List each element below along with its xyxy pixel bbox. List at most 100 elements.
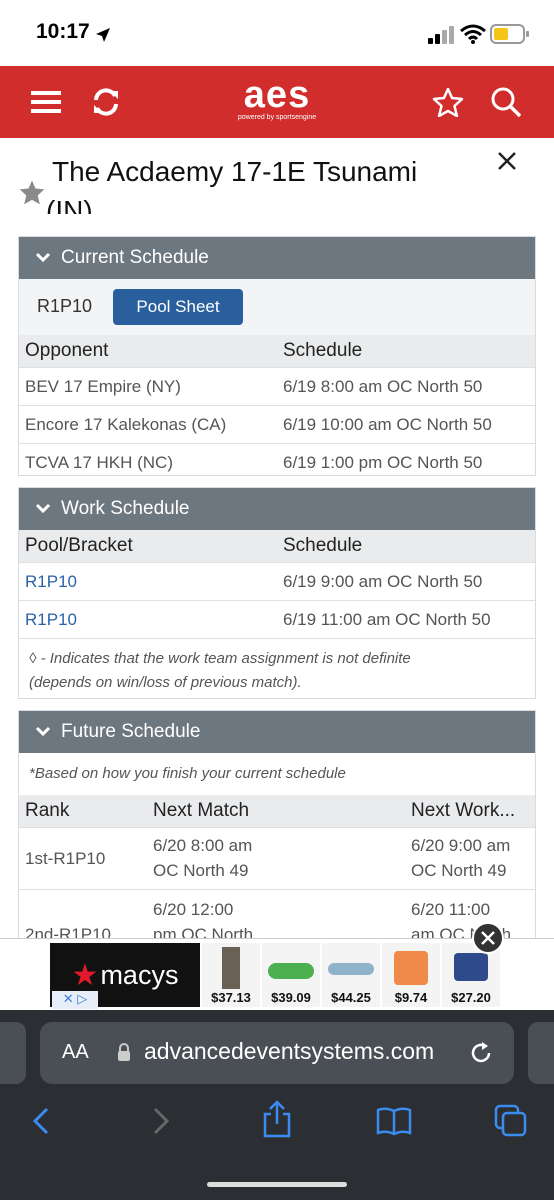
work-note-line1: ◊ - Indicates that the work team assignm… — [29, 650, 411, 667]
pool-sheet-button[interactable]: Pool Sheet — [113, 289, 243, 325]
safari-toolbar: AA advancedeventsystems.com — [0, 1010, 554, 1200]
underwear-image — [454, 953, 488, 981]
search-button[interactable] — [478, 66, 534, 138]
current-table-header: Opponent Schedule — [19, 335, 535, 367]
table-row[interactable]: Encore 17 Kalekonas (CA) 6/19 10:00 am O… — [19, 405, 535, 443]
address-bar[interactable]: AA advancedeventsystems.com — [40, 1022, 514, 1084]
schedule-cell: 6/19 9:00 am OC North 50 — [283, 572, 483, 591]
logo-tagline: powered by sportsengine — [237, 114, 317, 121]
work-note-line2: (depends on win/loss of previous match). — [29, 674, 302, 691]
team-title: The Acdaemy 17-1E Tsunami (IN) — [46, 148, 492, 214]
close-icon — [481, 931, 495, 945]
chevron-down-icon — [35, 252, 51, 263]
ad-product[interactable]: $44.25 — [322, 943, 380, 1007]
col-next-match: Next Match — [153, 800, 250, 821]
next-work-line1: 6/20 11:00 — [411, 900, 491, 919]
ad-product[interactable]: $39.09 — [262, 943, 320, 1007]
hamburger-icon — [31, 91, 61, 113]
reload-icon[interactable] — [468, 1040, 494, 1066]
pool-row: R1P10 Pool Sheet — [19, 279, 535, 335]
ad-price: $44.25 — [331, 990, 371, 1005]
menu-button[interactable] — [18, 66, 74, 138]
table-row: R1P10 6/19 9:00 am OC North 50 — [19, 562, 535, 600]
bookmarks-icon[interactable] — [376, 1106, 412, 1136]
favorite-button[interactable] — [420, 66, 476, 138]
work-note: ◊ - Indicates that the work team assignm… — [19, 638, 535, 705]
macys-star-icon: ★ — [71, 958, 99, 992]
ad-price: $37.13 — [211, 990, 251, 1005]
ad-close-button[interactable] — [472, 922, 504, 954]
schedule-cell: 6/19 1:00 pm OC North 50 — [283, 453, 483, 472]
current-schedule-card: Current Schedule R1P10 Pool Sheet Oppone… — [18, 236, 536, 476]
back-icon[interactable] — [30, 1106, 52, 1136]
schedule-cell: 6/19 11:00 am OC North 50 — [283, 610, 491, 629]
app-header: aes powered by sportsengine — [0, 66, 554, 138]
col-next-work: Next Work... — [411, 800, 516, 821]
table-row: 1st-R1P10 6/20 8:00 am OC North 49 6/20 … — [19, 827, 535, 889]
pants-image — [222, 947, 240, 989]
search-icon — [491, 87, 522, 118]
chevron-down-icon — [35, 503, 51, 514]
share-icon[interactable] — [260, 1100, 294, 1138]
col-pool-bracket: Pool/Bracket — [25, 535, 133, 556]
col-opponent: Opponent — [25, 340, 109, 361]
ad-product[interactable]: $37.13 — [202, 943, 260, 1007]
refresh-icon — [94, 88, 118, 116]
opponent-cell: TCVA 17 HKH (NC) — [25, 453, 173, 472]
close-icon[interactable] — [496, 150, 518, 172]
ad-price: $27.20 — [451, 990, 491, 1005]
col-schedule: Schedule — [283, 535, 363, 556]
pool-label: R1P10 — [37, 296, 93, 316]
current-schedule-title: Current Schedule — [61, 247, 209, 268]
table-row[interactable]: BEV 17 Empire (NY) 6/19 8:00 am OC North… — [19, 367, 535, 405]
next-tab-edge[interactable] — [528, 1022, 554, 1084]
ad-price: $9.74 — [394, 990, 428, 1005]
next-match-line1: 6/20 8:00 am — [153, 836, 253, 855]
future-schedule-title: Future Schedule — [61, 721, 201, 742]
schedule-cell: 6/19 8:00 am OC North 50 — [283, 377, 483, 396]
ad-banner[interactable]: ★ macys $37.13 $39.09 $44.25 $9.74 $27.2… — [0, 938, 554, 1010]
work-schedule-card: Work Schedule Pool/Bracket Schedule R1P1… — [18, 487, 536, 699]
pool-link[interactable]: R1P10 — [25, 610, 77, 630]
table-row: R1P10 6/19 11:00 am OC North 50 — [19, 600, 535, 638]
next-match-line1: 6/20 12:00 — [153, 900, 234, 919]
team-name: The Acdaemy 17-1E Tsunami — [52, 156, 418, 187]
future-note: *Based on how you finish your current sc… — [29, 765, 346, 782]
pool-link[interactable]: R1P10 — [25, 572, 77, 592]
status-bar: 10:17 — [0, 0, 554, 66]
col-rank: Rank — [25, 800, 70, 821]
work-schedule-header[interactable]: Work Schedule — [19, 488, 535, 530]
col-schedule: Schedule — [283, 340, 363, 361]
ad-product[interactable]: $9.74 — [382, 943, 440, 1007]
future-schedule-header[interactable]: Future Schedule — [19, 711, 535, 753]
tabs-icon[interactable] — [494, 1104, 528, 1138]
team-state: (IN) — [46, 196, 93, 214]
future-table-header: Rank Next Match Next Work... — [19, 795, 535, 827]
next-work-line1: 6/20 9:00 am — [411, 836, 511, 855]
work-table-header: Pool/Bracket Schedule — [19, 530, 535, 562]
star-outline-icon — [432, 87, 464, 117]
next-work-line2: OC North 49 — [411, 861, 507, 880]
logo-text: aes — [243, 74, 311, 116]
location-arrow-icon — [96, 28, 110, 42]
work-schedule-title: Work Schedule — [61, 498, 190, 519]
refresh-button[interactable] — [78, 66, 134, 138]
current-schedule-header[interactable]: Current Schedule — [19, 237, 535, 279]
cellular-signal-icon — [428, 26, 454, 44]
status-time: 10:17 — [36, 20, 90, 43]
chevron-down-icon — [35, 726, 51, 737]
reader-aa-button[interactable]: AA — [62, 1041, 89, 1064]
table-row[interactable]: TCVA 17 HKH (NC) 6/19 1:00 pm OC North 5… — [19, 443, 535, 481]
wifi-icon — [460, 24, 486, 44]
forward-icon[interactable] — [150, 1106, 172, 1136]
previous-tab-edge[interactable] — [0, 1022, 26, 1084]
favorite-star-icon[interactable] — [18, 178, 46, 206]
opponent-cell: Encore 17 Kalekonas (CA) — [25, 415, 227, 434]
lock-icon — [118, 1043, 130, 1061]
sandal-image — [328, 963, 374, 975]
next-match-line2: OC North 49 — [153, 861, 249, 880]
ad-choices-icon[interactable]: ✕ ▷ — [52, 991, 98, 1009]
aes-logo[interactable]: aes powered by sportsengine — [222, 76, 332, 128]
sandal-image — [268, 963, 314, 979]
macys-brand: macys — [100, 959, 179, 990]
